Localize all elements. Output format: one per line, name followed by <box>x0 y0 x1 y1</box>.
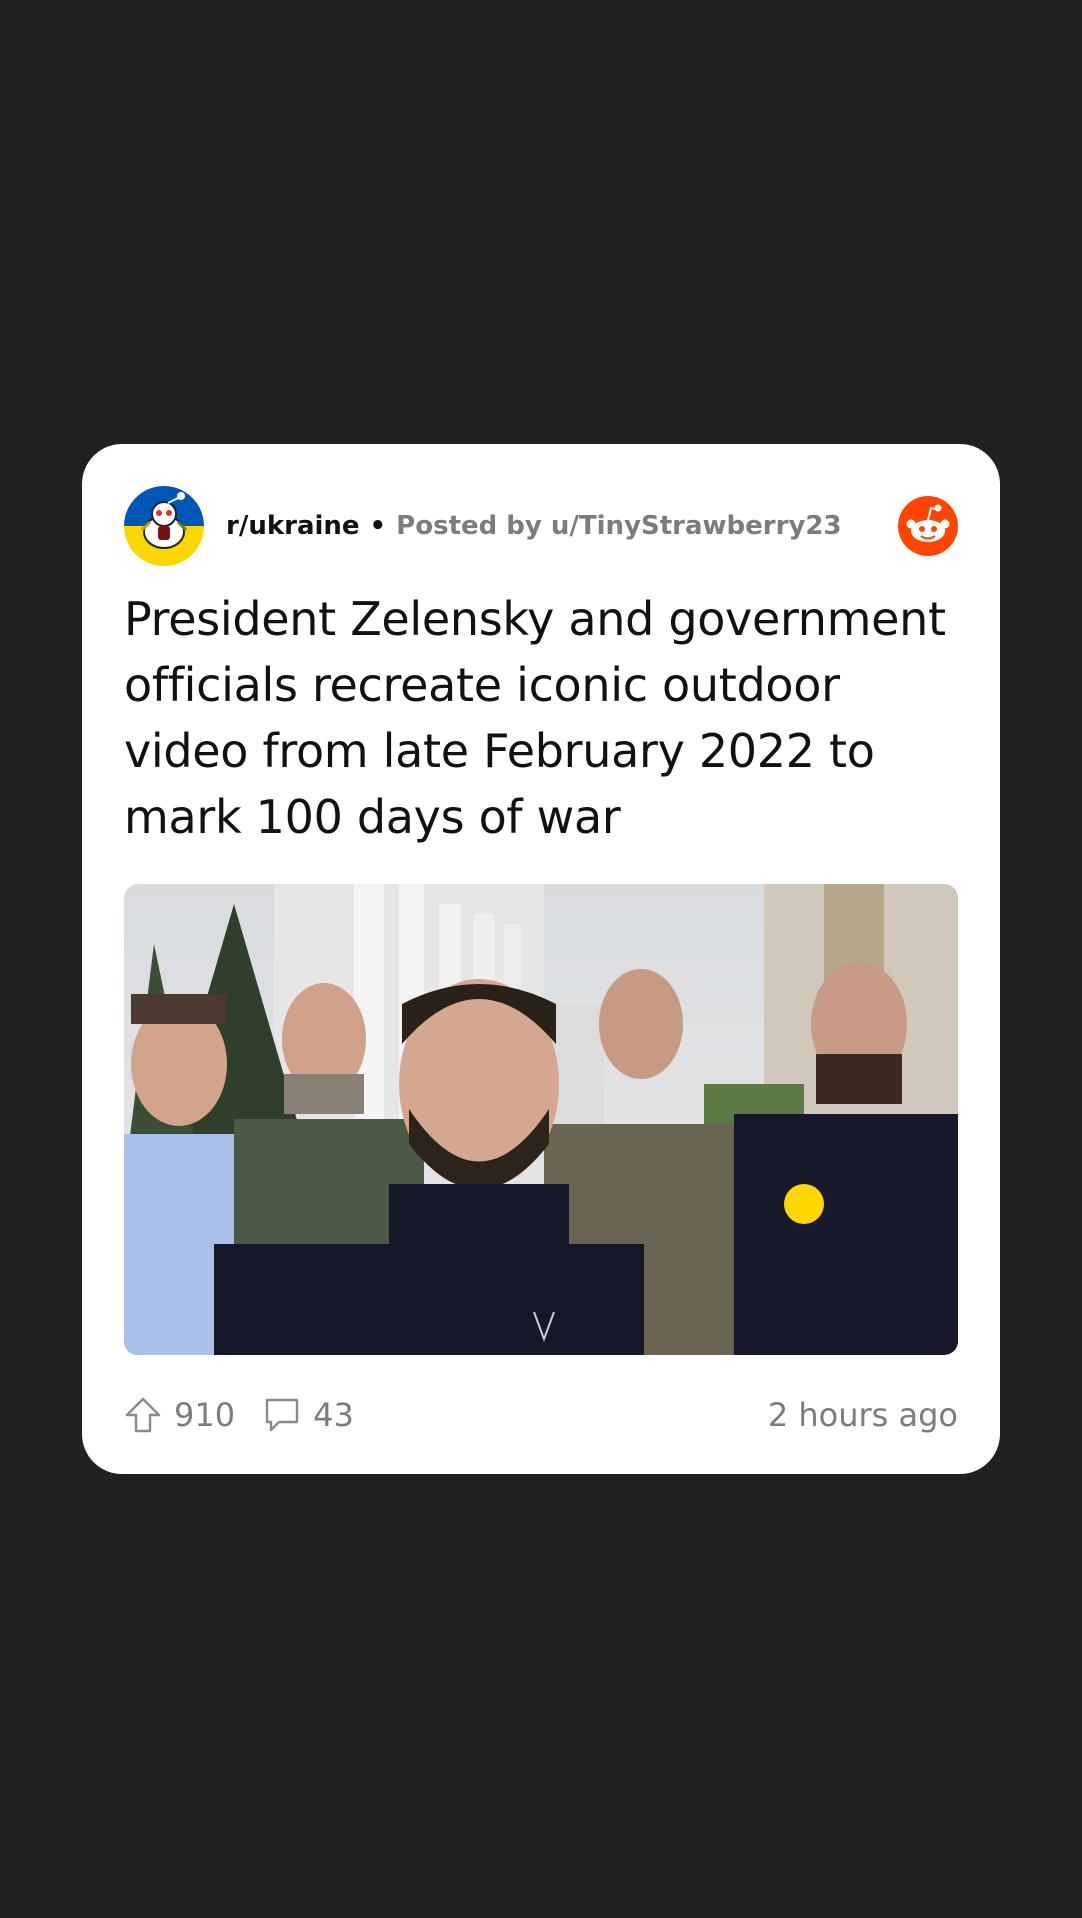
subreddit-link[interactable]: r/ukraine <box>226 511 360 541</box>
post-image[interactable] <box>124 884 958 1355</box>
post-header: r/ukraine • Posted by u/TinyStrawberry23 <box>124 486 958 566</box>
post-footer: 910 43 2 hours ago <box>124 1390 958 1440</box>
reddit-logo-icon <box>898 496 958 556</box>
post-image-illustration <box>124 884 958 1355</box>
upvote-arrow-icon <box>125 1397 161 1433</box>
author-link[interactable]: Posted by u/TinyStrawberry23 <box>396 511 841 541</box>
subreddit-avatar-icon[interactable] <box>124 486 204 566</box>
comments-button[interactable]: 43 <box>263 1396 354 1434</box>
comment-count: 43 <box>313 1396 354 1434</box>
post-meta: r/ukraine • Posted by u/TinyStrawberry23 <box>226 511 842 541</box>
post-card[interactable]: r/ukraine • Posted by u/TinyStrawberry23… <box>82 444 1000 1474</box>
upvote-button[interactable]: 910 <box>124 1396 235 1434</box>
meta-separator: • <box>369 511 387 541</box>
upvote-count: 910 <box>174 1396 236 1434</box>
post-timestamp: 2 hours ago <box>767 1396 958 1434</box>
comment-bubble-icon <box>265 1398 299 1432</box>
post-title[interactable]: President Zelensky and government offici… <box>124 586 964 850</box>
